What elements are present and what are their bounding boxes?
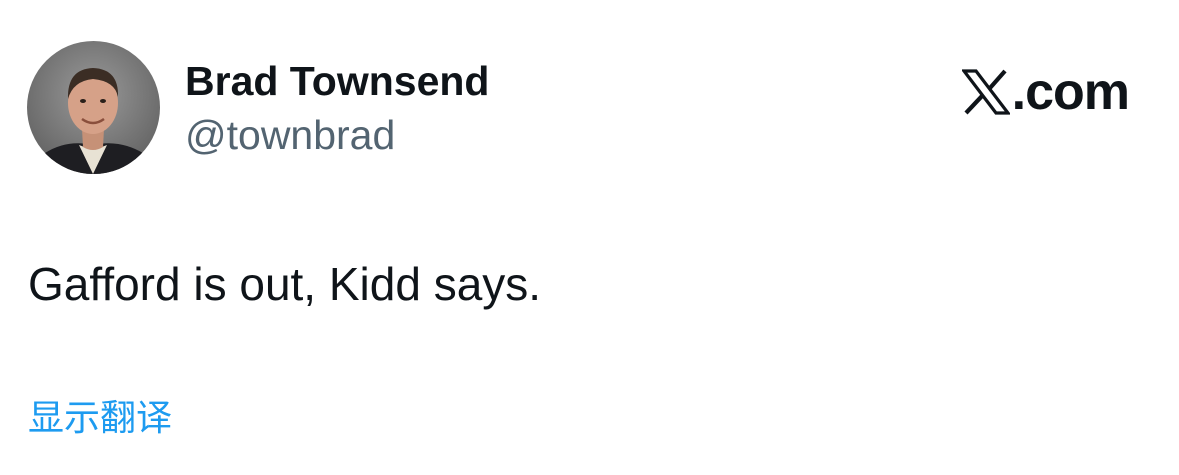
- show-translation-link[interactable]: 显示翻译: [28, 393, 172, 443]
- avatar-photo: [27, 41, 160, 174]
- author-handle[interactable]: @townbrad: [185, 110, 395, 160]
- author-avatar[interactable]: [27, 41, 160, 174]
- brand-domain: .com: [1011, 63, 1130, 121]
- author-name[interactable]: Brad Townsend: [185, 56, 489, 106]
- x-brand-mark: .com: [961, 62, 1130, 122]
- x-logo-icon: [961, 69, 1010, 115]
- tweet-text: Gafford is out, Kidd says.: [28, 258, 542, 310]
